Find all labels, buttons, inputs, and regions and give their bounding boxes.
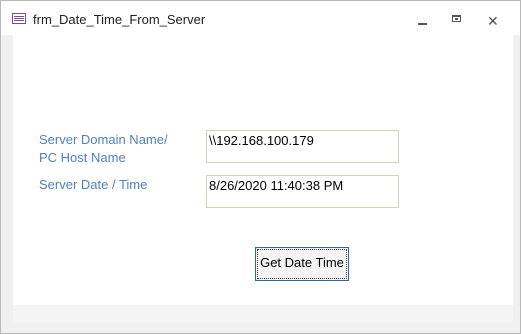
form-detail-section: Server Domain Name/ PC Host Name \\192.1… [13,35,513,305]
server-date-field[interactable]: 8/26/2020 11:40:38 PM [206,175,399,208]
access-form-icon[interactable] [12,13,26,24]
close-button[interactable]: ✕ [478,10,508,30]
form-window: frm_Date_Time_From_Server ✕ Server Domai… [0,0,521,334]
form-footer-section [13,305,513,322]
server-name-label: Server Domain Name/ PC Host Name [39,132,168,165]
minimize-button[interactable] [407,10,437,30]
get-date-time-button-label: Get Date Time [260,255,344,270]
minimize-icon [418,23,427,25]
get-date-time-button[interactable]: Get Date Time [255,247,349,281]
server-name-field[interactable]: \\192.168.100.179 [206,130,399,163]
maximize-button[interactable] [442,10,472,30]
close-icon: ✕ [487,13,499,29]
window-title: frm_Date_Time_From_Server [33,12,206,27]
server-date-label: Server Date / Time [39,177,148,192]
title-bar[interactable]: frm_Date_Time_From_Server ✕ [1,1,520,35]
